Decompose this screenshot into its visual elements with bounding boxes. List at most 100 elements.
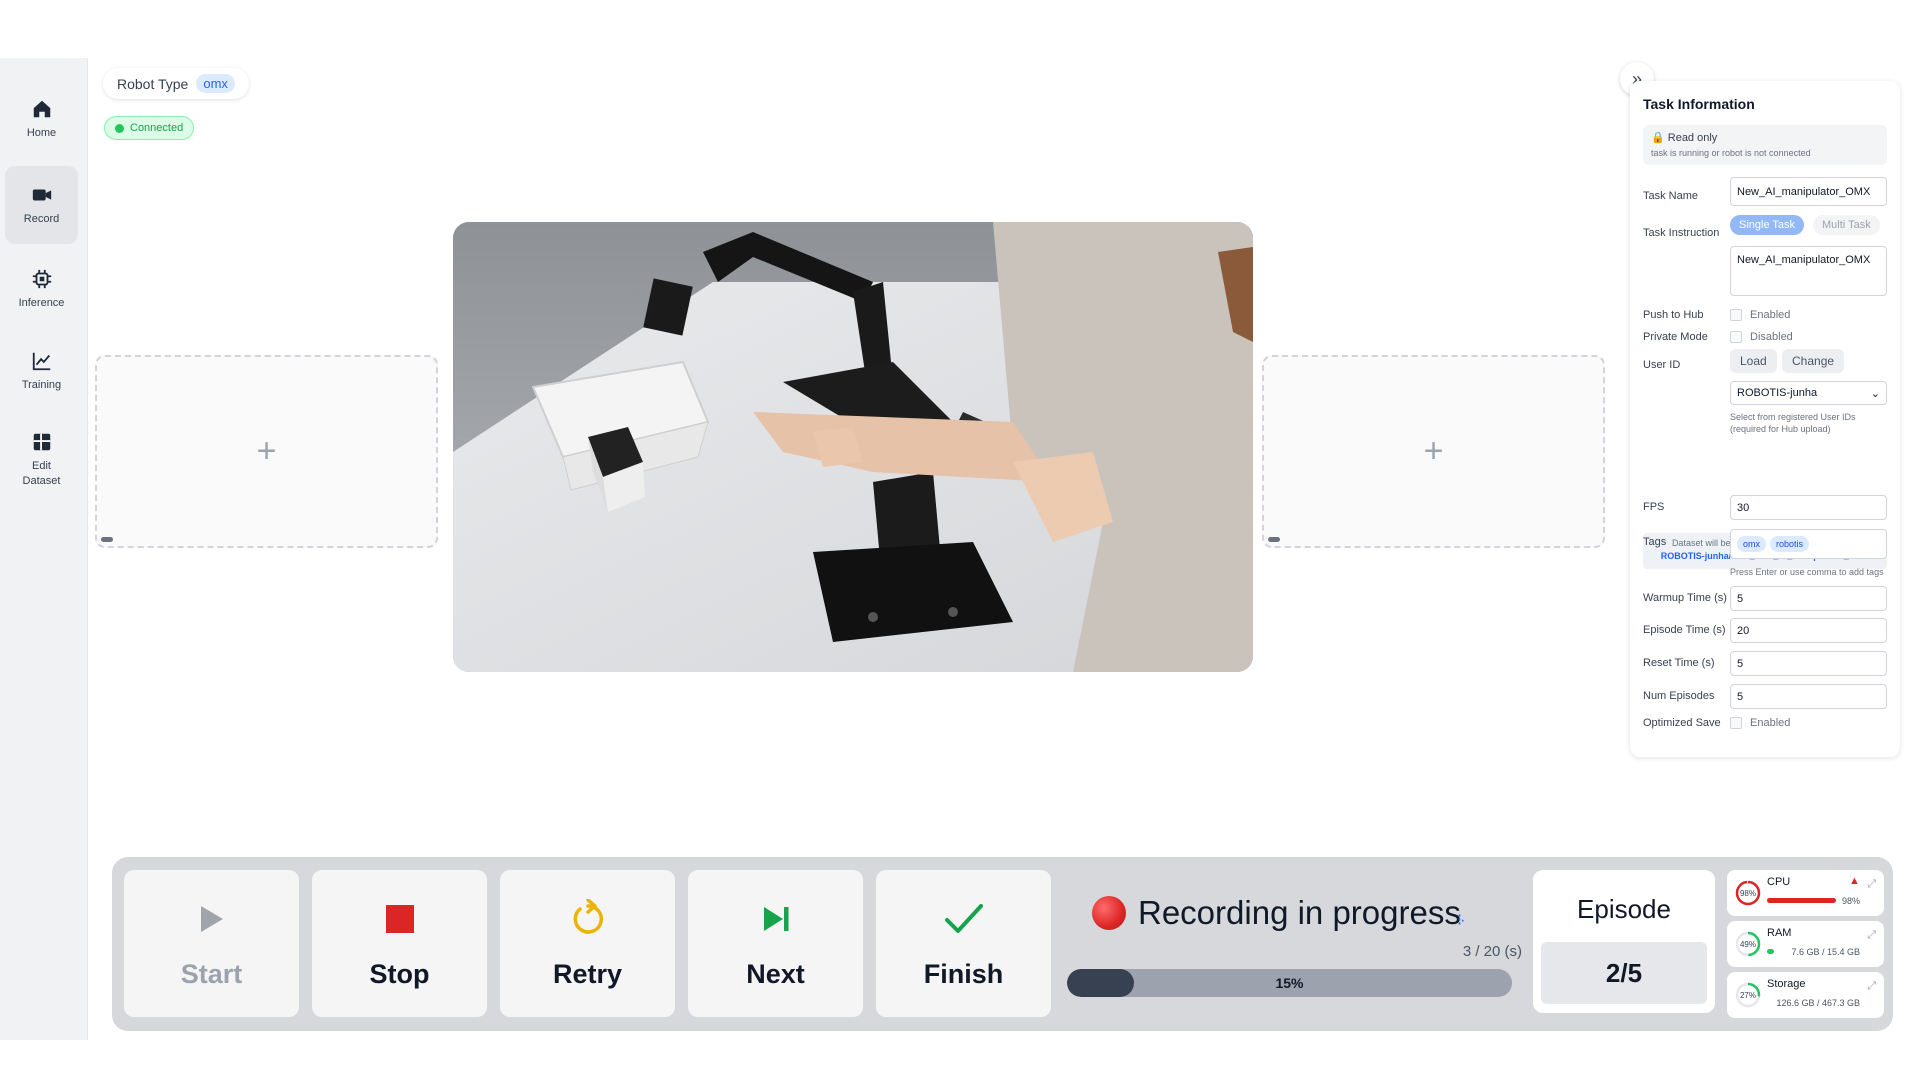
task-instruction-input[interactable]: New_AI_manipulator_OMX xyxy=(1730,246,1887,296)
home-icon xyxy=(33,100,50,117)
sidebar-item-home[interactable]: Home xyxy=(5,88,78,150)
connection-status-text: Connected xyxy=(130,122,184,134)
optimized-save-row: Enabled xyxy=(1730,717,1790,729)
recording-status: Recording in progress ⁝· 3 / 20 (s) 15% xyxy=(1062,870,1522,1017)
plus-icon: + xyxy=(1423,432,1444,470)
tag-chip[interactable]: robotis xyxy=(1770,536,1810,552)
stop-button[interactable]: Stop xyxy=(312,870,487,1017)
cpu-gauge: 98% xyxy=(1735,880,1761,906)
recording-status-text: Recording in progress xyxy=(1092,894,1461,932)
ram-usage: 7.6 GB / 15.4 GB xyxy=(1791,947,1860,957)
finish-button[interactable]: Finish xyxy=(876,870,1051,1017)
record-dot-icon xyxy=(1092,896,1126,930)
grid-icon xyxy=(33,433,50,451)
sidebar-item-training[interactable]: Training xyxy=(5,340,78,402)
robot-type-value: omx xyxy=(196,74,235,93)
storage-monitor: 27% Storage 126.6 GB / 467.3 GB ⤢ xyxy=(1727,972,1884,1018)
change-button[interactable]: Change xyxy=(1782,349,1845,373)
task-name-label: Task Name xyxy=(1643,190,1699,202)
tags-input[interactable]: omx robotis xyxy=(1730,529,1887,559)
private-mode-checkbox[interactable] xyxy=(1730,331,1742,343)
ram-label: RAM xyxy=(1767,927,1792,939)
stop-label: Stop xyxy=(369,959,430,989)
cpu-usage: 98% xyxy=(1841,896,1860,906)
user-id-hint: Select from registered User IDs (require… xyxy=(1730,412,1856,435)
user-id-value: ROBOTIS-junha xyxy=(1737,387,1818,399)
recording-status-label: Recording in progress xyxy=(1138,894,1461,931)
fps-label: FPS xyxy=(1643,501,1665,513)
optimized-save-value: Enabled xyxy=(1750,717,1791,729)
push-to-hub-checkbox[interactable] xyxy=(1730,309,1742,321)
tags-hint: Press Enter or use comma to add tags xyxy=(1730,567,1884,577)
add-camera-left[interactable]: + xyxy=(95,355,438,548)
retry-button[interactable]: Retry xyxy=(500,870,675,1017)
expand-icon[interactable]: ⤢ xyxy=(1867,929,1876,942)
sidebar-item-label: Inference xyxy=(18,296,65,309)
fps-input[interactable]: 30 xyxy=(1730,495,1887,520)
retry-label: Retry xyxy=(552,959,623,989)
loading-spinner-icon: ⁝· xyxy=(1457,912,1466,929)
cpu-bar xyxy=(1767,898,1836,903)
plus-icon: + xyxy=(256,432,277,470)
sidebar-item-label: Edit Dataset xyxy=(22,460,61,487)
connection-status-badge: Connected xyxy=(104,116,195,140)
storage-gauge: 27% xyxy=(1735,982,1761,1008)
skip-next-icon xyxy=(761,897,791,941)
episode-value: 2/5 xyxy=(1541,942,1707,1004)
sidebar-item-edit-dataset[interactable]: Edit Dataset xyxy=(5,422,78,498)
warmup-time-input[interactable]: 5 xyxy=(1730,586,1887,611)
push-to-hub-label: Push to Hub xyxy=(1643,309,1704,321)
storage-usage: 126.6 GB / 467.3 GB xyxy=(1776,998,1860,1008)
private-mode-value: Disabled xyxy=(1750,331,1793,343)
num-episodes-label: Num Episodes xyxy=(1643,690,1715,702)
episode-time-input[interactable]: 20 xyxy=(1730,618,1887,643)
optimized-save-checkbox[interactable] xyxy=(1730,717,1742,729)
panel-title: Task Information xyxy=(1643,96,1755,112)
camera-feed xyxy=(453,222,1253,672)
play-icon xyxy=(199,897,225,941)
task-name-input[interactable]: New_AI_manipulator_OMX xyxy=(1730,177,1887,206)
progress-percent: 15% xyxy=(1275,975,1304,991)
sidebar-item-inference[interactable]: Inference xyxy=(5,258,78,320)
task-information-panel: Task Information 🔒 Read only task is run… xyxy=(1630,81,1900,757)
sidebar-item-label: Home xyxy=(26,126,57,139)
start-label: Start xyxy=(180,959,243,989)
single-task-toggle[interactable]: Single Task xyxy=(1730,215,1805,235)
next-label: Next xyxy=(746,959,805,989)
control-bar: Start Stop Retry Next Finish Recording i… xyxy=(112,857,1893,1031)
readonly-desc: task is running or robot is not connecte… xyxy=(1651,148,1811,158)
drag-handle[interactable] xyxy=(101,537,113,542)
recording-time: 3 / 20 (s) xyxy=(1462,943,1522,960)
chip-icon xyxy=(32,269,51,288)
chart-line-icon xyxy=(32,352,50,370)
sidebar-item-label: Record xyxy=(23,212,60,225)
next-button[interactable]: Next xyxy=(688,870,863,1017)
drag-handle[interactable] xyxy=(1268,537,1280,542)
retry-icon xyxy=(568,897,608,941)
sidebar-item-record[interactable]: Record xyxy=(5,166,78,244)
sidebar-item-label: Training xyxy=(21,378,62,391)
episode-label: Episode xyxy=(1577,894,1671,924)
reset-time-input[interactable]: 5 xyxy=(1730,651,1887,676)
episode-time-label: Episode Time (s) xyxy=(1643,624,1726,636)
tag-chip[interactable]: omx xyxy=(1737,536,1767,552)
readonly-title: 🔒 Read only xyxy=(1651,132,1718,144)
add-camera-right[interactable]: + xyxy=(1262,355,1605,548)
expand-icon[interactable]: ⤢ xyxy=(1867,980,1876,993)
num-episodes-input[interactable]: 5 xyxy=(1730,684,1887,709)
expand-icon[interactable]: ⤢ xyxy=(1867,878,1876,891)
ram-monitor: 49% RAM 7.6 GB / 15.4 GB ⤢ xyxy=(1727,921,1884,967)
user-id-select[interactable]: ROBOTIS-junha ⌄ xyxy=(1730,381,1887,405)
status-dot-icon xyxy=(115,123,124,133)
episode-counter: Episode 2/5 xyxy=(1533,870,1715,1013)
tags-label: Tags xyxy=(1643,536,1667,548)
load-button[interactable]: Load xyxy=(1730,349,1777,373)
task-instruction-label: Task Instruction xyxy=(1643,227,1720,239)
ram-percent: 49% xyxy=(1739,939,1756,949)
private-mode-row: Disabled xyxy=(1730,331,1793,343)
start-button[interactable]: Start xyxy=(124,870,299,1017)
optimized-save-label: Optimized Save xyxy=(1643,717,1721,729)
multi-task-toggle[interactable]: Multi Task xyxy=(1813,215,1880,235)
storage-label: Storage xyxy=(1767,978,1806,990)
robot-type-label: Robot Type xyxy=(117,75,189,92)
